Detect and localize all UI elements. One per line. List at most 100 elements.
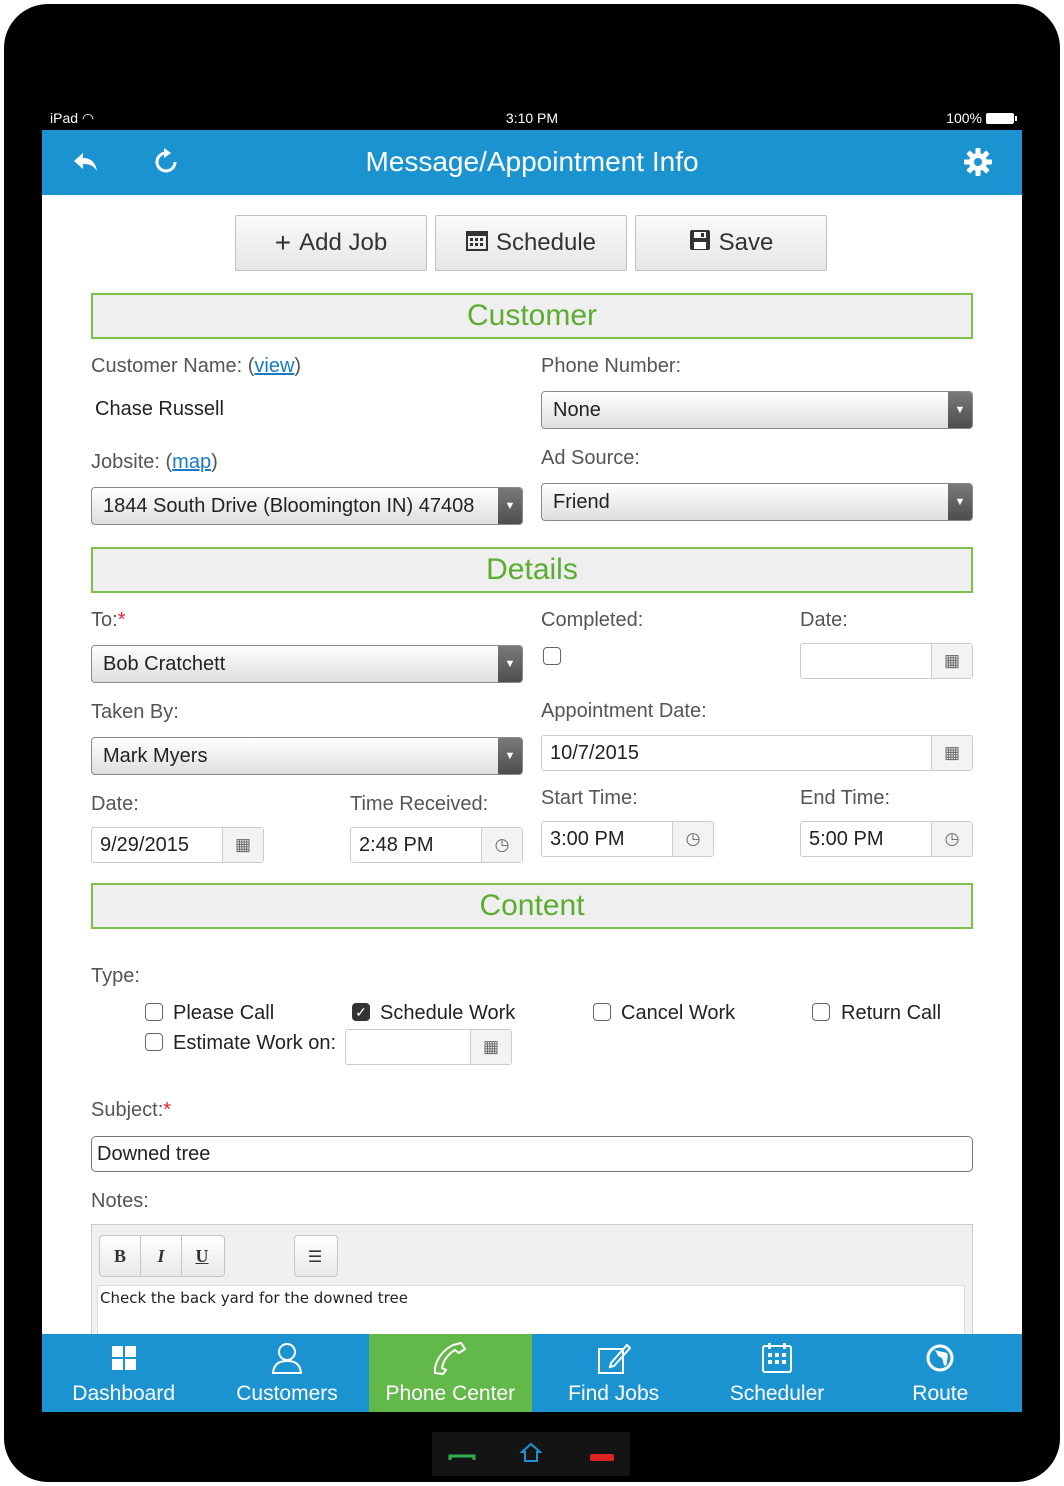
header-bar: Message/Appointment Info	[42, 130, 1022, 195]
dropdown-arrow-icon: ▼	[948, 392, 972, 428]
device-home-bar	[432, 1432, 630, 1476]
clock-icon[interactable]: ◷	[672, 822, 713, 856]
page-title: Message/Appointment Info	[365, 146, 699, 177]
italic-button[interactable]: I	[141, 1236, 182, 1276]
subject-input[interactable]: Downed tree	[91, 1136, 973, 1172]
clock-icon[interactable]: ◷	[481, 828, 522, 862]
edit-icon	[597, 1338, 631, 1378]
appointment-date-label: Appointment Date:	[541, 700, 707, 722]
calendar-icon[interactable]: ▦	[931, 736, 972, 770]
schedule-label: Schedule	[495, 229, 597, 256]
completed-label: Completed:	[541, 609, 644, 631]
status-time: 3:10 PM	[505, 110, 559, 126]
tab-route[interactable]: Route	[859, 1334, 1022, 1412]
appointment-date-value: 10/7/2015	[550, 742, 639, 764]
schedule-work-label: Schedule Work	[380, 1002, 516, 1024]
calendar-icon[interactable]: ▦	[931, 644, 972, 678]
phone-icon	[431, 1338, 469, 1378]
home-icon	[519, 1442, 543, 1462]
to-value: Bob Cratchett	[103, 653, 226, 675]
end-time-value: 5:00 PM	[809, 828, 884, 850]
tab-scheduler[interactable]: Scheduler	[695, 1334, 858, 1412]
received-date-field[interactable]: 9/29/2015 ▦	[91, 827, 264, 863]
add-job-label: Add Job	[299, 229, 388, 256]
received-date-label: Date:	[91, 793, 139, 815]
status-bar: iPad ◠ 3:10 PM 100%	[42, 104, 1022, 130]
save-button[interactable]: Save	[635, 215, 827, 271]
phone-number-select[interactable]: None ▼	[541, 391, 973, 429]
gear-icon[interactable]	[960, 144, 996, 180]
tab-dashboard-label: Dashboard	[72, 1382, 176, 1405]
please-call-label: Please Call	[173, 1002, 275, 1024]
tab-phone-center-label: Phone Center	[385, 1382, 516, 1405]
battery-status: 100%	[946, 110, 1017, 126]
calendar-icon[interactable]: ▦	[222, 828, 263, 862]
ad-source-select[interactable]: Friend ▼	[541, 483, 973, 521]
to-select[interactable]: Bob Cratchett ▼	[91, 645, 523, 683]
to-label: To:*	[91, 609, 125, 632]
bold-button[interactable]: B	[100, 1236, 141, 1276]
jobsite-select[interactable]: 1844 South Drive (Bloomington IN) 47408 ▼	[91, 487, 523, 525]
estimate-work-checkbox[interactable]	[145, 1033, 163, 1051]
hangup-icon	[590, 1454, 614, 1461]
details-section-header: Details	[91, 547, 973, 593]
battery-percent: 100%	[946, 110, 982, 126]
underline-button[interactable]: U	[182, 1236, 222, 1276]
schedule-work-checkbox[interactable]: ✓	[352, 1003, 370, 1021]
completed-date-label: Date:	[800, 609, 848, 631]
view-customer-link[interactable]: view	[254, 355, 294, 377]
customer-name-label: Customer Name: (view)	[91, 355, 302, 377]
add-job-button[interactable]: + Add Job	[235, 215, 427, 271]
bullet-list-icon[interactable]: ☰	[295, 1236, 335, 1276]
schedule-button[interactable]: Schedule	[435, 215, 627, 271]
tab-customers-label: Customers	[236, 1382, 338, 1405]
calendar-icon	[761, 1338, 793, 1378]
customer-name-label-text: Customer Name:	[91, 355, 248, 377]
save-label: Save	[718, 229, 774, 256]
to-label-text: To:	[91, 609, 118, 631]
list-toolbar: ☰	[294, 1235, 338, 1277]
tab-find-jobs[interactable]: Find Jobs	[532, 1334, 695, 1412]
end-time-label: End Time:	[800, 787, 891, 809]
checkmark-icon: ✓	[355, 1003, 367, 1020]
customer-section-header: Customer	[91, 293, 973, 339]
jobsite-map-link[interactable]: map	[172, 451, 211, 473]
taken-by-label: Taken By:	[91, 701, 179, 723]
notes-label: Notes:	[91, 1190, 149, 1212]
tab-customers[interactable]: Customers	[205, 1334, 368, 1412]
time-received-field[interactable]: 2:48 PM ◷	[350, 827, 523, 863]
battery-icon	[986, 112, 1017, 124]
time-received-value: 2:48 PM	[359, 834, 434, 856]
person-icon	[270, 1338, 304, 1378]
appointment-date-field[interactable]: 10/7/2015 ▦	[541, 735, 973, 771]
completed-checkbox[interactable]	[543, 647, 561, 665]
dropdown-arrow-icon: ▼	[498, 738, 522, 774]
estimate-date-field[interactable]: ▦	[345, 1029, 512, 1065]
return-call-label: Return Call	[841, 1002, 942, 1024]
text-format-toolbar: B I U	[99, 1235, 225, 1277]
jobsite-label: Jobsite: (map)	[91, 451, 218, 473]
bottom-tab-bar: Dashboard Customers Phone Center Find Jo…	[42, 1334, 1022, 1412]
completed-date-field[interactable]: ▦	[800, 643, 973, 679]
subject-label: Subject:*	[91, 1099, 171, 1122]
required-marker: *	[117, 609, 126, 631]
please-call-checkbox[interactable]	[145, 1003, 163, 1021]
taken-by-select[interactable]: Mark Myers ▼	[91, 737, 523, 775]
start-time-field[interactable]: 3:00 PM ◷	[541, 821, 714, 857]
cancel-work-label: Cancel Work	[621, 1002, 736, 1024]
clock-icon[interactable]: ◷	[931, 822, 972, 856]
calendar-icon[interactable]: ▦	[470, 1030, 511, 1064]
start-time-value: 3:00 PM	[550, 828, 625, 850]
phone-number-label: Phone Number:	[541, 355, 682, 377]
return-call-checkbox[interactable]	[812, 1003, 830, 1021]
call-icon	[448, 1454, 476, 1460]
tab-phone-center[interactable]: Phone Center	[368, 1334, 532, 1412]
tab-dashboard[interactable]: Dashboard	[42, 1334, 205, 1412]
type-label: Type:	[91, 965, 140, 987]
start-time-label: Start Time:	[541, 787, 638, 809]
content-section-header: Content	[91, 883, 973, 929]
end-time-field[interactable]: 5:00 PM ◷	[800, 821, 973, 857]
cancel-work-checkbox[interactable]	[593, 1003, 611, 1021]
app-screen: iPad ◠ 3:10 PM 100% Message/Appointment …	[42, 104, 1022, 1412]
globe-icon	[925, 1338, 955, 1378]
